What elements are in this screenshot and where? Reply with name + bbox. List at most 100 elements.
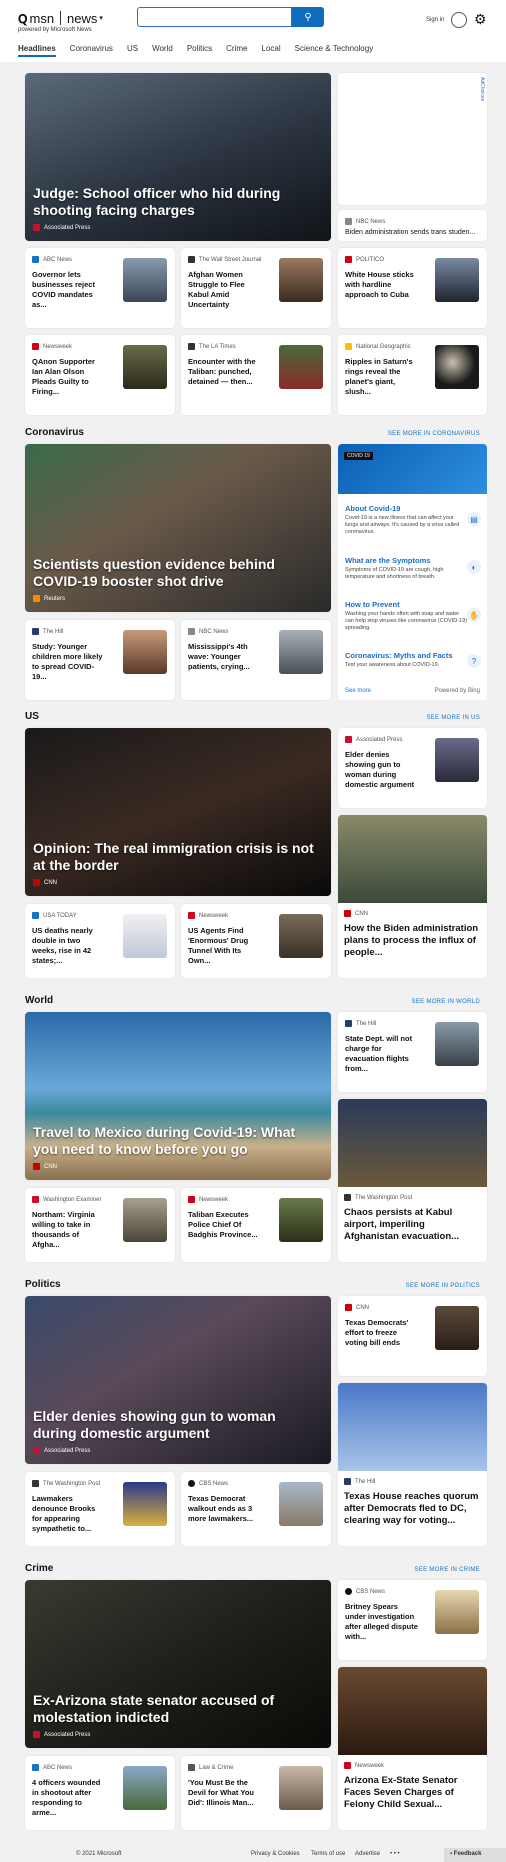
- document-icon: ▤: [467, 512, 481, 526]
- tab-us[interactable]: US: [127, 44, 138, 57]
- news-card[interactable]: The Hill Study: Younger children more li…: [25, 620, 175, 700]
- news-card[interactable]: ABC News Governor lets businesses reject…: [25, 248, 175, 328]
- news-source: NBC News: [188, 628, 228, 635]
- tab-local[interactable]: Local: [262, 44, 281, 57]
- hero-source: Associated Press: [33, 1731, 90, 1738]
- news-card-tall[interactable]: CNN How the Biden administration plans t…: [338, 815, 487, 978]
- news-title: How the Biden administration plans to pr…: [344, 923, 479, 958]
- advertise-link[interactable]: Advertise: [355, 1851, 380, 1857]
- msn-logo[interactable]: ꞯ msn news ▾: [18, 8, 103, 28]
- news-thumbnail: [123, 1766, 167, 1810]
- news-card[interactable]: NBC News Biden administration sends tran…: [338, 210, 487, 241]
- covid-item-symptoms[interactable]: What are the Symptoms Symptoms of COVID-1…: [345, 556, 467, 581]
- news-card[interactable]: CNN Texas Democrats' effort to freeze vo…: [338, 1296, 487, 1376]
- hero-card[interactable]: Elder denies showing gun to woman during…: [25, 1296, 331, 1464]
- news-card[interactable]: USA TODAY US deaths nearly double in two…: [25, 904, 175, 978]
- news-card[interactable]: POLITICO White House sticks with hardlin…: [338, 248, 487, 328]
- tab-coronavirus[interactable]: Coronavirus: [70, 44, 113, 57]
- news-thumbnail: [279, 630, 323, 674]
- tab-headlines[interactable]: Headlines: [18, 44, 56, 57]
- news-card[interactable]: Law & Crime 'You Must Be the Devil for W…: [181, 1756, 331, 1830]
- more-options-icon[interactable]: • • •: [390, 1851, 400, 1857]
- hero-source: Associated Press: [33, 1447, 90, 1454]
- ad-card[interactable]: AdChoices: [338, 73, 487, 205]
- adchoices-label[interactable]: AdChoices: [479, 77, 485, 101]
- search-input[interactable]: [137, 7, 292, 27]
- news-thumbnail: [123, 630, 167, 674]
- news-source: Newsweek: [188, 1196, 228, 1203]
- news-image: [338, 1667, 487, 1755]
- news-thumbnail: [279, 914, 323, 958]
- news-title: Lawmakers denounce Brooks for appearing …: [32, 1494, 96, 1533]
- tab-politics[interactable]: Politics: [187, 44, 212, 57]
- news-source: Law & Crime: [188, 1764, 233, 1771]
- news-card[interactable]: The Washington Post Lawmakers denounce B…: [25, 1472, 175, 1546]
- terms-link[interactable]: Terms of use: [311, 1851, 345, 1857]
- news-card[interactable]: The LA Times Encounter with the Taliban:…: [181, 335, 331, 415]
- hero-title: Elder denies showing gun to woman during…: [33, 1408, 276, 1441]
- news-card[interactable]: Associated Press Elder denies showing gu…: [338, 728, 487, 808]
- news-source: Newsweek: [32, 343, 72, 350]
- covid-item-about[interactable]: About Covid-19 Covid-19 is a new illness …: [345, 504, 467, 536]
- hero-card[interactable]: Opinion: The real immigration crisis is …: [25, 728, 331, 896]
- news-card[interactable]: ABC News 4 officers wounded in shootout …: [25, 1756, 175, 1830]
- covid-see-more-link[interactable]: See more: [345, 688, 371, 694]
- see-more-politics-link[interactable]: SEE MORE IN POLITICS: [406, 1283, 480, 1289]
- privacy-link[interactable]: Privacy & Cookies: [251, 1851, 300, 1857]
- news-card[interactable]: Newsweek QAnon Supporter Ian Alan Olson …: [25, 335, 175, 415]
- news-title: Northam: Virginia willing to take in tho…: [32, 1210, 95, 1249]
- search-button[interactable]: ⚲: [292, 7, 324, 27]
- hero-card[interactable]: Judge: School officer who hid during sho…: [25, 73, 331, 241]
- news-card-tall[interactable]: Newsweek Arizona Ex-State Senator Faces …: [338, 1667, 487, 1830]
- news-source: The Washington Post: [32, 1480, 100, 1487]
- news-source: NBC News: [345, 218, 385, 225]
- brand-msn: msn: [29, 10, 55, 26]
- tab-science-technology[interactable]: Science & Technology: [295, 44, 374, 57]
- news-title: Mississippi's 4th wave: Younger patients…: [188, 642, 250, 671]
- feedback-button[interactable]: ▪ Feedback: [444, 1848, 506, 1862]
- news-card[interactable]: NBC News Mississippi's 4th wave: Younger…: [181, 620, 331, 700]
- news-card-tall[interactable]: The Hill Texas House reaches quorum afte…: [338, 1383, 487, 1546]
- powered-by-bing: Powered by Bing: [434, 688, 480, 694]
- news-card[interactable]: Newsweek US Agents Find 'Enormous' Drug …: [181, 904, 331, 978]
- news-card[interactable]: The Hill State Dept. will not charge for…: [338, 1012, 487, 1092]
- hero-card[interactable]: Travel to Mexico during Covid-19: What y…: [25, 1012, 331, 1180]
- covid-item-prevent[interactable]: How to Prevent Washing your hands often w…: [345, 600, 467, 632]
- tab-crime[interactable]: Crime: [226, 44, 247, 57]
- covid-banner: COVID 19: [338, 444, 487, 494]
- news-thumbnail: [279, 258, 323, 302]
- news-source: ABC News: [32, 256, 72, 263]
- news-title: Texas House reaches quorum after Democra…: [344, 1491, 479, 1526]
- news-title: Britney Spears under investigation after…: [345, 1602, 418, 1641]
- news-title: 'You Must Be the Devil for What You Did'…: [188, 1778, 254, 1807]
- news-card[interactable]: The Wall Street Journal Afghan Women Str…: [181, 248, 331, 328]
- news-card[interactable]: CBS News Britney Spears under investigat…: [338, 1580, 487, 1660]
- see-more-us-link[interactable]: SEE MORE IN US: [426, 715, 480, 721]
- see-more-crime-link[interactable]: SEE MORE IN CRIME: [415, 1567, 480, 1573]
- covid-item-myths[interactable]: Coronavirus: Myths and Facts Test your aw…: [345, 651, 467, 669]
- news-card[interactable]: Newsweek Taliban Executes Police Chief O…: [181, 1188, 331, 1262]
- news-card[interactable]: Washington Examiner Northam: Virginia wi…: [25, 1188, 175, 1262]
- search-icon: ⚲: [304, 11, 312, 23]
- hero-source: CNN: [33, 879, 57, 886]
- avatar-icon[interactable]: [451, 12, 467, 28]
- see-more-coronavirus-link[interactable]: SEE MORE IN CORONAVIRUS: [388, 431, 480, 437]
- gear-icon[interactable]: ⚙: [474, 11, 487, 28]
- sign-in-link[interactable]: Sign in: [426, 17, 444, 23]
- news-card[interactable]: National Geographic Ripples in Saturn's …: [338, 335, 487, 415]
- news-title: QAnon Supporter Ian Alan Olson Pleads Gu…: [32, 357, 95, 396]
- hero-card[interactable]: Scientists question evidence behind COVI…: [25, 444, 331, 612]
- see-more-world-link[interactable]: SEE MORE IN WORLD: [412, 999, 480, 1005]
- news-card[interactable]: CBS News Texas Democrat walkout ends as …: [181, 1472, 331, 1546]
- handwash-icon: ✋: [467, 608, 481, 622]
- hero-card[interactable]: Ex-Arizona state senator accused of mole…: [25, 1580, 331, 1748]
- news-card-tall[interactable]: The Washington Post Chaos persists at Ka…: [338, 1099, 487, 1262]
- news-source: The Wall Street Journal: [188, 256, 261, 263]
- news-thumbnail: [279, 1766, 323, 1810]
- news-source: Newsweek: [188, 912, 228, 919]
- chevron-down-icon[interactable]: ▾: [99, 14, 103, 22]
- news-title: Encounter with the Taliban: punched, det…: [188, 357, 256, 386]
- news-source: Washington Examiner: [32, 1196, 101, 1203]
- tab-world[interactable]: World: [152, 44, 173, 57]
- news-title: Chaos persists at Kabul airport, imperil…: [344, 1207, 460, 1242]
